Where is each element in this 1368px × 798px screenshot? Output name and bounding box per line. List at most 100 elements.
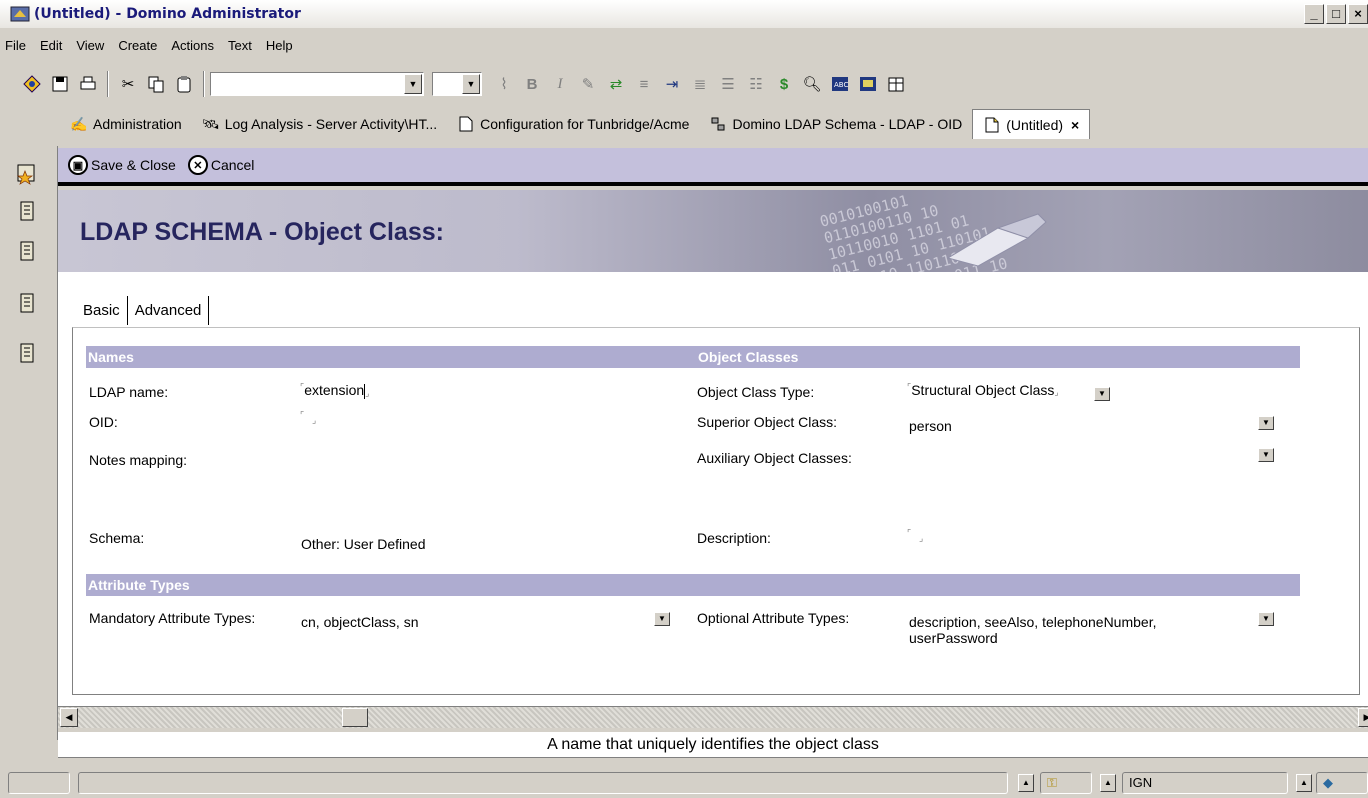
bold-icon[interactable]: B	[521, 73, 543, 95]
replication-icon: ◆	[1323, 775, 1333, 790]
chevron-down-icon[interactable]: ▼	[1094, 387, 1110, 401]
database-icon[interactable]	[14, 198, 40, 224]
cancel-label: Cancel	[210, 157, 255, 173]
menu-file[interactable]: File	[0, 38, 33, 53]
highlighter-icon[interactable]: ✎	[577, 73, 599, 95]
optional-attribute-types-value-cont: userPassword	[909, 630, 998, 646]
size-combo[interactable]: ▼	[432, 72, 482, 96]
cut-icon[interactable]: ✂	[117, 73, 139, 95]
print-icon[interactable]	[77, 73, 99, 95]
document-icon	[983, 116, 1001, 134]
menu-view[interactable]: View	[69, 38, 111, 53]
tab-label: Administration	[93, 116, 182, 132]
tab-basic[interactable]: Basic	[76, 296, 128, 325]
chevron-down-icon[interactable]: ▼	[1258, 416, 1274, 430]
copy-icon[interactable]	[145, 73, 167, 95]
tab-label: Configuration for Tunbridge/Acme	[480, 116, 690, 132]
status-indicator[interactable]	[8, 772, 70, 794]
action-bar: ▣ Save & Close ✕ Cancel	[58, 148, 1368, 186]
favorites-icon[interactable]	[14, 160, 40, 186]
window-tab-strip: ✍ Administration 🛰︎ Log Analysis - Serve…	[60, 108, 1091, 140]
database-icon[interactable]	[14, 340, 40, 366]
table-icon[interactable]	[885, 73, 907, 95]
save-close-button[interactable]: ▣ Save & Close	[68, 155, 176, 175]
calculator-icon[interactable]	[857, 73, 879, 95]
outdent-icon[interactable]: ≣	[689, 73, 711, 95]
ldap-name-field[interactable]: ⌜extension⌟	[300, 382, 369, 399]
schema-value: Other: User Defined	[301, 536, 426, 552]
ldap-db-icon	[709, 115, 727, 133]
paste-icon[interactable]	[173, 73, 195, 95]
numbering-icon[interactable]: ☷	[745, 73, 767, 95]
optional-attribute-types-value: description, seeAlso, telephoneNumber,	[909, 614, 1157, 630]
search-icon[interactable]: 🔍︎	[801, 73, 823, 95]
superior-object-class-label: Superior Object Class:	[697, 414, 838, 430]
object-class-type-field[interactable]: ⌜Structural Object Class⌟	[907, 382, 1059, 398]
tab-untitled[interactable]: (Untitled) ×	[972, 109, 1091, 139]
bullets-icon[interactable]: ☰	[717, 73, 739, 95]
scroll-left-icon[interactable]: ◀	[60, 708, 78, 727]
align-icon[interactable]: ≡	[633, 73, 655, 95]
cancel-icon: ✕	[187, 155, 208, 175]
refresh-icon[interactable]: ⇄	[605, 73, 627, 95]
tab-advanced[interactable]: Advanced	[128, 296, 210, 325]
cancel-button[interactable]: ✕ Cancel	[187, 155, 255, 175]
toolbar: ✂ ▼ ▼ ⌇ B I ✎ ⇄ ≡ ⇥ ≣ ☰ ☷ $ 🔍︎ ABC	[0, 66, 1368, 102]
tab-administration[interactable]: ✍ Administration	[60, 109, 192, 139]
scroll-right-icon[interactable]: ▶	[1358, 708, 1368, 727]
save-close-label: Save & Close	[91, 157, 176, 173]
replication-status[interactable]: ◆	[1316, 772, 1368, 794]
mandatory-attribute-types-value: cn, objectClass, sn	[301, 614, 419, 630]
chevron-down-icon[interactable]: ▼	[654, 612, 670, 626]
bookmark-bar	[0, 146, 58, 740]
status-message-area[interactable]	[78, 772, 1008, 794]
tab-ldap-schema[interactable]: Domino LDAP Schema - LDAP - OID	[699, 109, 972, 139]
minimize-button[interactable]: _	[1304, 4, 1324, 24]
dollar-icon[interactable]: $	[773, 73, 795, 95]
tab-configuration[interactable]: Configuration for Tunbridge/Acme	[447, 109, 699, 139]
security-status[interactable]: ⚿	[1040, 772, 1092, 794]
menu-text[interactable]: Text	[221, 38, 259, 53]
location-status[interactable]: IGN	[1122, 772, 1288, 794]
field-help-text: A name that uniquely identifies the obje…	[58, 732, 1368, 758]
indent-icon[interactable]: ⇥	[661, 73, 683, 95]
maximize-button[interactable]: □	[1326, 4, 1346, 24]
spellcheck-icon[interactable]: ABC	[829, 73, 851, 95]
database-icon[interactable]	[14, 290, 40, 316]
font-combo[interactable]: ▼	[210, 72, 424, 96]
menu-actions[interactable]: Actions	[164, 38, 221, 53]
ldap-name-value: extension	[304, 382, 365, 398]
bookmark-icon[interactable]	[21, 73, 43, 95]
mandatory-attribute-types-label: Mandatory Attribute Types:	[89, 610, 256, 626]
tab-label: (Untitled)	[1006, 116, 1064, 133]
close-tab-icon[interactable]: ×	[1071, 117, 1079, 133]
close-window-button[interactable]: ×	[1348, 4, 1368, 24]
section-header-bar: Names Object Classes	[86, 346, 1300, 368]
title-bar: (Untitled) - Domino Administrator _ □ ×	[0, 0, 1368, 28]
chevron-up-icon[interactable]: ▲	[1018, 774, 1034, 792]
chevron-up-icon[interactable]: ▲	[1296, 774, 1312, 792]
schema-label: Schema:	[89, 530, 145, 546]
attach-icon[interactable]: ⌇	[493, 73, 515, 95]
oid-field[interactable]: ⌜ ⌟	[300, 410, 316, 426]
chevron-down-icon[interactable]: ▼	[1258, 612, 1274, 626]
scroll-thumb[interactable]	[342, 708, 368, 727]
chevron-up-icon[interactable]: ▲	[1100, 774, 1116, 792]
app-window: (Untitled) - Domino Administrator _ □ × …	[0, 0, 1368, 798]
section-object-classes: Object Classes	[698, 349, 799, 365]
description-field[interactable]: ⌜ ⌟	[907, 528, 923, 544]
menu-edit[interactable]: Edit	[33, 38, 69, 53]
tab-log-analysis[interactable]: 🛰︎ Log Analysis - Server Activity\HT...	[192, 109, 447, 139]
object-class-type-value: Structural Object Class	[911, 382, 1055, 398]
menu-create[interactable]: Create	[111, 38, 164, 53]
chevron-down-icon[interactable]: ▼	[1258, 448, 1274, 462]
document-icon	[457, 115, 475, 133]
italic-icon[interactable]: I	[549, 73, 571, 95]
save-icon[interactable]	[49, 73, 71, 95]
window-title: (Untitled) - Domino Administrator	[34, 6, 301, 22]
horizontal-scrollbar[interactable]: ◀ ▶	[58, 706, 1368, 728]
database-icon[interactable]	[14, 238, 40, 264]
chevron-down-icon[interactable]: ▼	[404, 74, 422, 94]
menu-help[interactable]: Help	[259, 38, 300, 53]
chevron-down-icon[interactable]: ▼	[462, 74, 480, 94]
